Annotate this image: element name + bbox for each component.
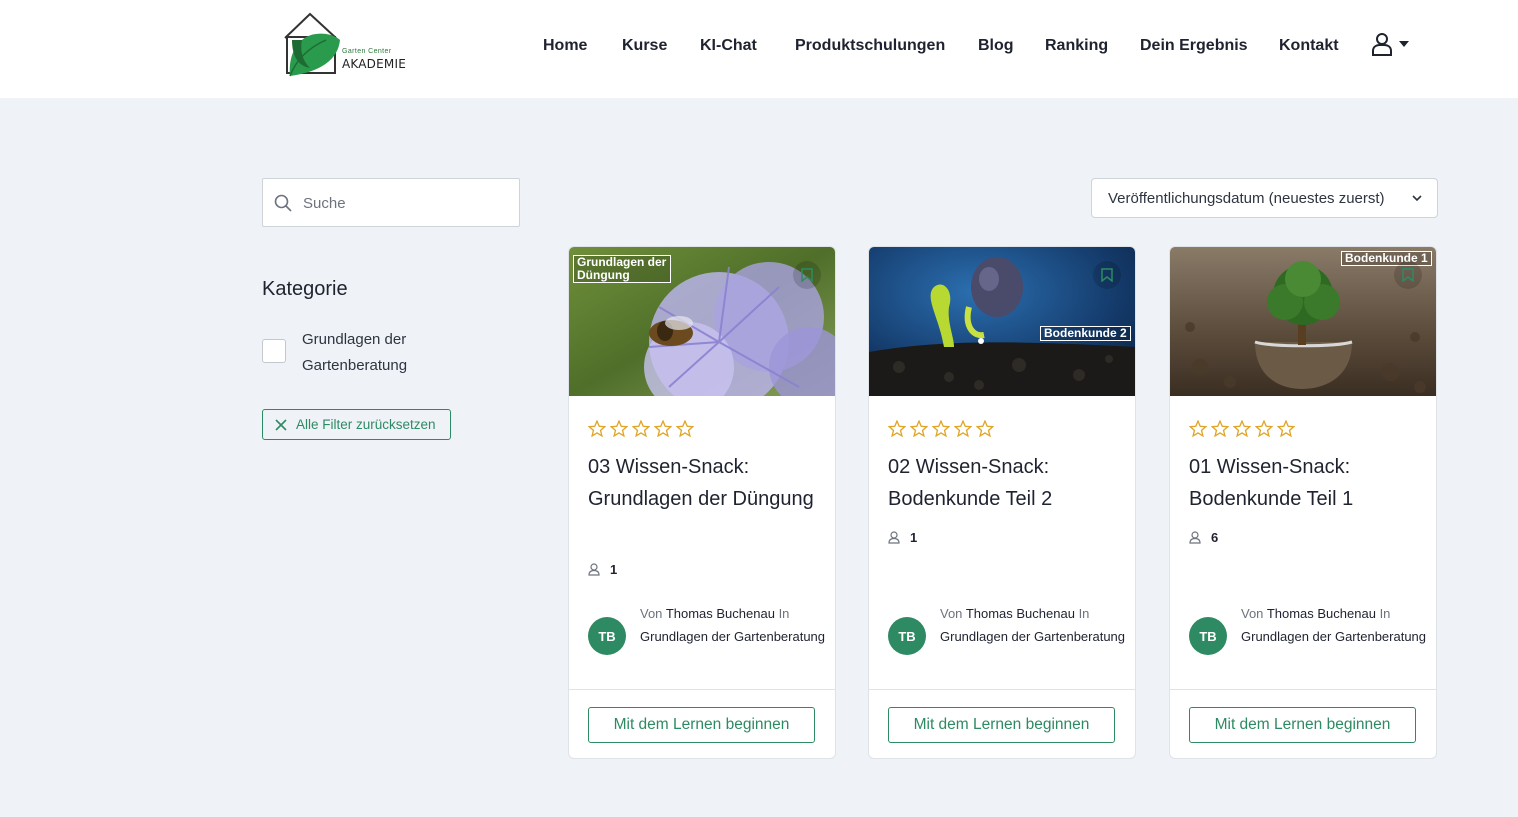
star-icon (888, 420, 906, 437)
enrolled-value: 1 (610, 562, 618, 577)
enrolled-value: 6 (1211, 530, 1219, 545)
bookmark-button[interactable] (1394, 261, 1422, 289)
bookmark-button[interactable] (1093, 261, 1121, 289)
sort-select[interactable]: Veröffentlichungsdatum (neuestes zuerst) (1091, 178, 1438, 218)
start-learning-button[interactable]: Mit dem Lernen beginnen (1189, 707, 1416, 743)
star-icon (1189, 420, 1207, 437)
nav-home[interactable]: Home (543, 37, 587, 55)
course-title[interactable]: 02 Wissen-Snack: Bodenkunde Teil 2 (888, 451, 1118, 515)
logo-text-top: Garten Center (342, 48, 392, 55)
category-checkbox[interactable] (262, 339, 286, 363)
meta-by: Von (640, 606, 663, 621)
user-icon (888, 531, 900, 544)
thumbnail-label: Grundlagen der Düngung (573, 255, 671, 283)
thumbnail-label: Bodenkunde 2 (1040, 326, 1131, 341)
enrolled-count: 1 (888, 530, 917, 545)
search-input[interactable] (303, 191, 508, 215)
star-icon (976, 420, 994, 437)
reset-filters-button[interactable]: Alle Filter zurücksetzen (262, 409, 451, 440)
star-icon (632, 420, 650, 437)
author-link[interactable]: Thomas Buchenau (666, 606, 775, 621)
course-thumbnail[interactable]: Grundlagen der Düngung (569, 247, 835, 396)
close-icon (275, 418, 287, 431)
course-card: Bodenkunde 2 02 Wissen-Snack: Bodenkunde… (868, 246, 1136, 759)
nav-kurse[interactable]: Kurse (622, 37, 667, 55)
author-avatar[interactable]: TB (1189, 617, 1227, 655)
bookmark-icon (801, 268, 813, 282)
course-thumbnail[interactable]: Bodenkunde 1 (1170, 247, 1436, 396)
user-icon (1189, 531, 1201, 544)
category-heading: Kategorie (262, 278, 348, 300)
rating-stars (1189, 420, 1295, 437)
bookmark-icon (1101, 268, 1113, 282)
caret-down-icon (1399, 41, 1409, 47)
star-icon (1255, 420, 1273, 437)
course-meta: Von Thomas Buchenau In Grundlagen der Ga… (640, 602, 825, 648)
course-card: Bodenkunde 1 01 Wissen-Snack: Bodenkunde… (1169, 246, 1437, 759)
nav-kontakt[interactable]: Kontakt (1279, 37, 1339, 55)
course-title[interactable]: 03 Wissen-Snack: Grundlagen der Düngung (588, 451, 818, 515)
star-icon (1277, 420, 1295, 437)
meta-in: In (1379, 606, 1391, 621)
enrolled-count: 6 (1189, 530, 1218, 545)
course-title[interactable]: 01 Wissen-Snack: Bodenkunde Teil 1 (1189, 451, 1419, 515)
card-divider (569, 689, 835, 690)
enrolled-count: 1 (588, 562, 617, 577)
logo-text-bottom: AKADEMIE (342, 57, 406, 71)
course-card: Grundlagen der Düngung 03 Wissen-Snack: … (568, 246, 836, 759)
star-icon (932, 420, 950, 437)
nav-produktschulungen[interactable]: Produktschulungen (795, 37, 945, 55)
chevron-down-icon (1412, 195, 1422, 202)
star-icon (676, 420, 694, 437)
card-divider (869, 689, 1135, 690)
nav-dein-ergebnis[interactable]: Dein Ergebnis (1140, 37, 1248, 55)
category-link[interactable]: Grundlagen der Gartenberatung (640, 629, 825, 644)
card-divider (1170, 689, 1436, 690)
author-link[interactable]: Thomas Buchenau (1267, 606, 1376, 621)
user-icon (1372, 33, 1392, 56)
rating-stars (588, 420, 694, 437)
thumbnail-label: Bodenkunde 1 (1341, 251, 1432, 266)
search-icon (274, 194, 292, 212)
star-icon (954, 420, 972, 437)
nav-ki-chat[interactable]: KI-Chat (700, 37, 757, 55)
star-icon (610, 420, 628, 437)
bookmark-icon (1402, 268, 1414, 282)
meta-in: In (1078, 606, 1090, 621)
sort-selected-value: Veröffentlichungsdatum (neuestes zuerst) (1108, 189, 1385, 207)
enrolled-value: 1 (910, 530, 918, 545)
bookmark-button[interactable] (793, 261, 821, 289)
user-menu[interactable] (1371, 32, 1409, 56)
star-icon (1211, 420, 1229, 437)
search-box (262, 178, 520, 227)
start-learning-button[interactable]: Mit dem Lernen beginnen (888, 707, 1115, 743)
nav-blog[interactable]: Blog (978, 37, 1014, 55)
start-learning-button[interactable]: Mit dem Lernen beginnen (588, 707, 815, 743)
author-link[interactable]: Thomas Buchenau (966, 606, 1075, 621)
meta-by: Von (940, 606, 963, 621)
rating-stars (888, 420, 994, 437)
star-icon (910, 420, 928, 437)
course-meta: Von Thomas Buchenau In Grundlagen der Ga… (1241, 602, 1426, 648)
star-icon (654, 420, 672, 437)
star-icon (1233, 420, 1251, 437)
user-icon (588, 563, 600, 576)
category-link[interactable]: Grundlagen der Gartenberatung (1241, 629, 1426, 644)
meta-by: Von (1241, 606, 1264, 621)
site-header: Garten Center AKADEMIE Home Kurse KI-Cha… (0, 0, 1518, 98)
site-logo[interactable]: Garten Center AKADEMIE (280, 10, 406, 82)
author-avatar[interactable]: TB (888, 617, 926, 655)
meta-in: In (778, 606, 790, 621)
nav-ranking[interactable]: Ranking (1045, 37, 1108, 55)
reset-filters-label: Alle Filter zurücksetzen (296, 417, 436, 432)
category-link[interactable]: Grundlagen der Gartenberatung (940, 629, 1125, 644)
logo-mark-icon (284, 12, 340, 77)
star-icon (588, 420, 606, 437)
author-avatar[interactable]: TB (588, 617, 626, 655)
course-thumbnail[interactable]: Bodenkunde 2 (869, 247, 1135, 396)
course-meta: Von Thomas Buchenau In Grundlagen der Ga… (940, 602, 1125, 648)
category-option-label[interactable]: Grundlagen der Gartenberatung (302, 327, 442, 379)
